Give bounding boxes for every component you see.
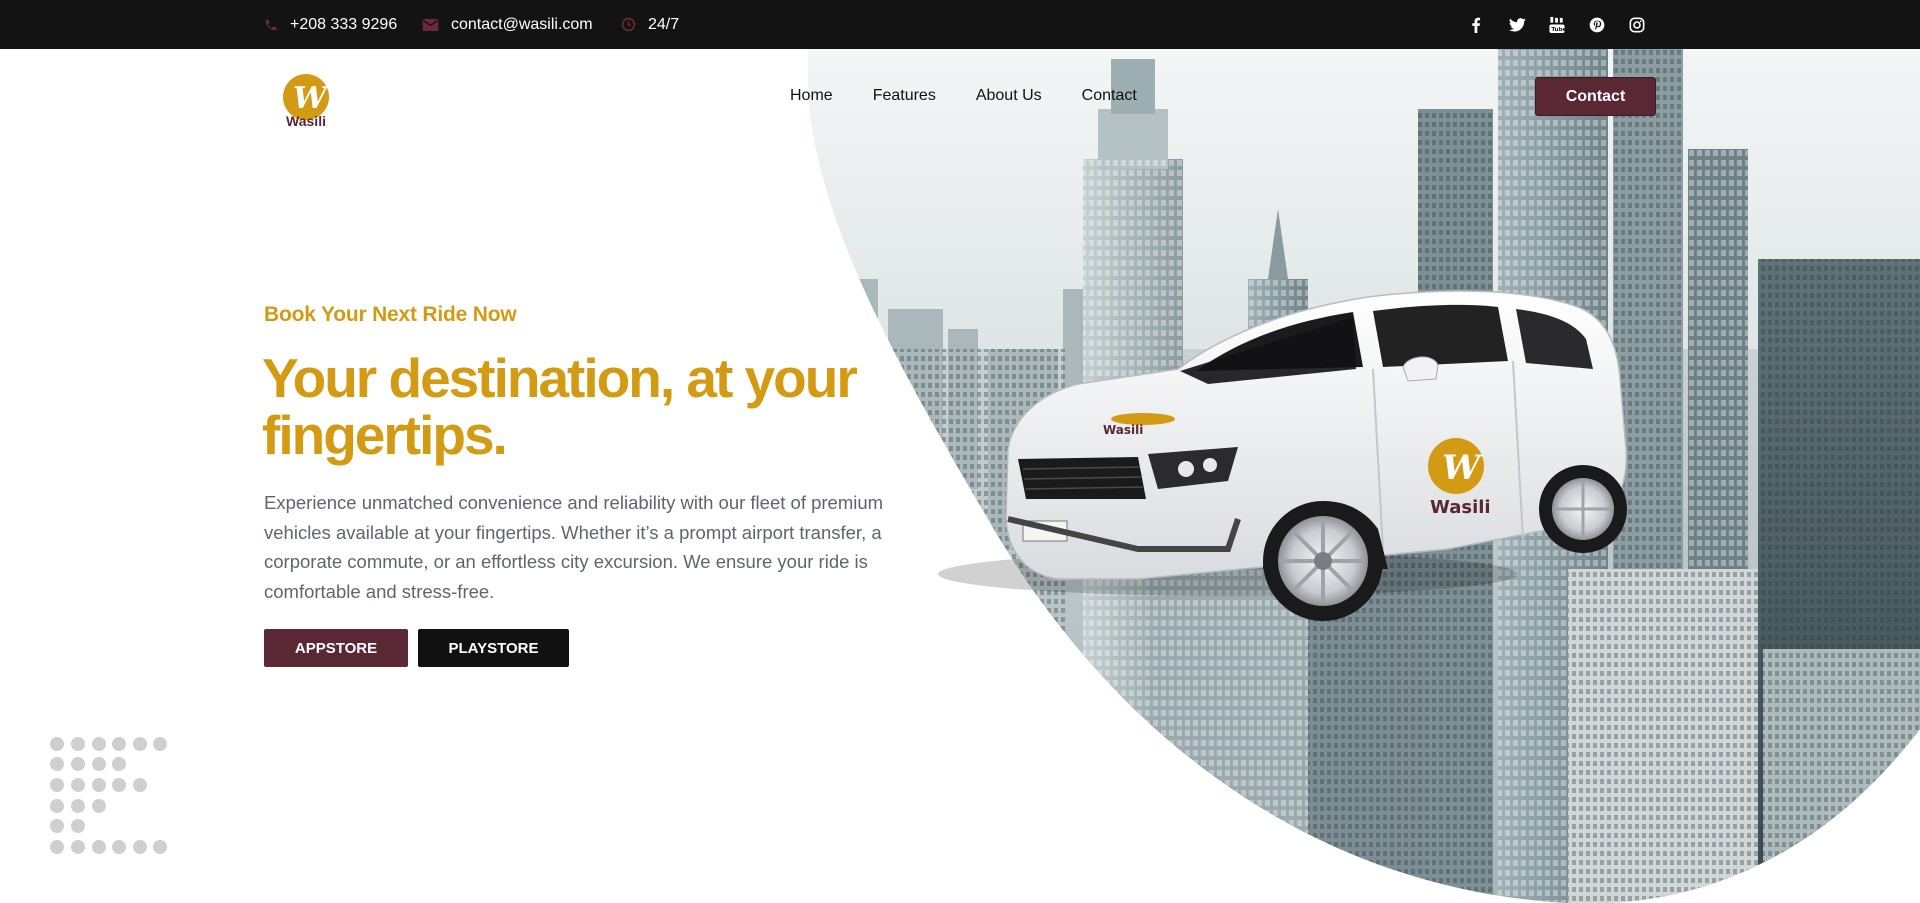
description-line-1: Experience unmatched convenience and rel… (264, 492, 884, 513)
pinterest-icon[interactable] (1585, 0, 1609, 49)
appstore-button[interactable]: APPSTORE (264, 629, 408, 667)
envelope-icon (422, 18, 439, 32)
email-address: contact@wasili.com (451, 15, 593, 33)
playstore-button[interactable]: PLAYSTORE (418, 629, 569, 667)
hero-city-car-image: Wasili W Wasili (808, 49, 1920, 903)
hours-info: 24/7 (621, 0, 679, 49)
description-line-2: vehicles available at your fingertips. W… (264, 521, 882, 543)
hero-headline: Your destination, at your fingertips. (262, 350, 902, 464)
youtube-icon[interactable]: Tube (1545, 0, 1569, 49)
email-contact[interactable]: contact@wasili.com (422, 0, 593, 49)
contact-button[interactable]: Contact (1535, 77, 1656, 116)
svg-text:Wasili: Wasili (1430, 497, 1491, 518)
nav-home[interactable]: Home (790, 84, 833, 110)
hero-eyebrow: Book Your Next Ride Now (264, 303, 517, 326)
headline-line-1: Your destination, at your (262, 347, 858, 409)
description-line-4: comfortable and stress-free. (264, 580, 495, 602)
svg-text:W: W (293, 81, 330, 116)
svg-text:Tube: Tube (1551, 27, 1565, 33)
nav-features[interactable]: Features (873, 84, 936, 110)
clock-icon (621, 17, 636, 32)
main-nav: Home Features About Us Contact (790, 84, 1137, 110)
facebook-icon[interactable] (1464, 0, 1488, 49)
dot-pattern (50, 737, 167, 854)
nav-about-us[interactable]: About Us (976, 84, 1042, 110)
top-bar: +208 333 9296 contact@wasili.com 24/7 Tu… (0, 0, 1920, 49)
svg-text:W: W (1442, 448, 1483, 488)
twitter-icon[interactable] (1505, 0, 1529, 49)
hero-description: Experience unmatched convenience and rel… (264, 488, 934, 606)
nav-contact[interactable]: Contact (1082, 84, 1137, 110)
phone-number: +208 333 9296 (290, 15, 398, 33)
instagram-icon[interactable] (1625, 0, 1649, 49)
headline-line-2: fingertips. (262, 404, 508, 466)
svg-text:Wasili: Wasili (1103, 423, 1143, 437)
phone-icon (264, 18, 278, 32)
logo-wordmark[interactable]: Wasili (269, 113, 343, 129)
description-line-3: corporate commute, or an effortless city… (264, 551, 868, 572)
hours-text: 24/7 (648, 15, 680, 33)
phone-contact[interactable]: +208 333 9296 (264, 0, 397, 49)
